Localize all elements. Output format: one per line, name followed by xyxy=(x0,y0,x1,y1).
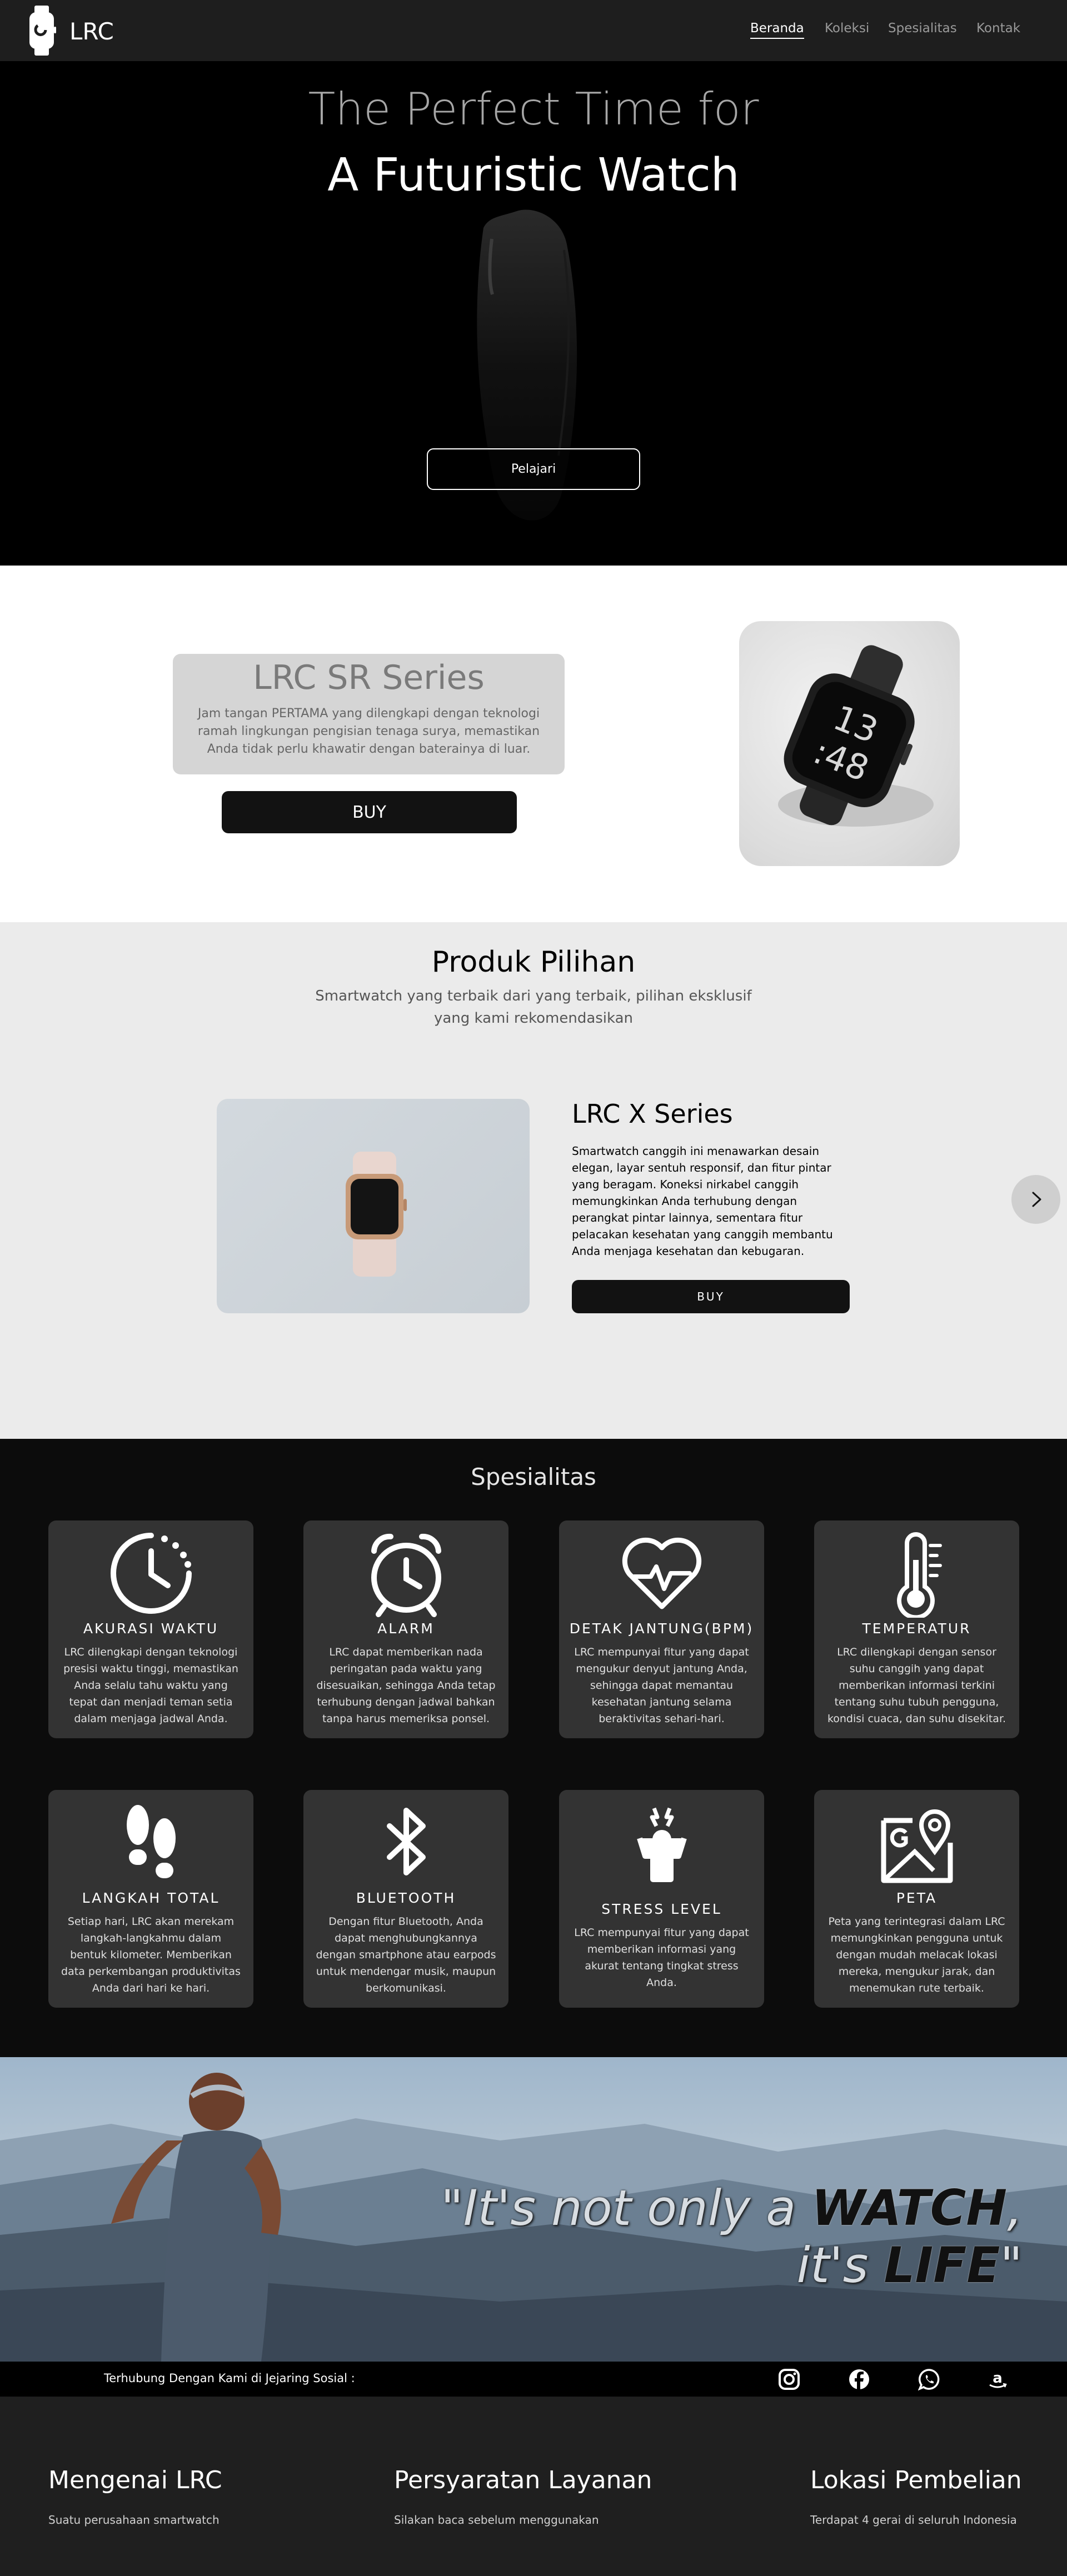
carousel-next-button[interactable] xyxy=(1011,1175,1060,1224)
thermometer-icon xyxy=(814,1527,1019,1619)
lrc-x-series-image xyxy=(217,1099,530,1313)
feature-card-stress-level: STRESS LEVEL LRC mempunyai fitur yang da… xyxy=(559,1790,764,2008)
produk-pilihan-title: Produk Pilihan xyxy=(431,946,636,979)
facebook-icon[interactable] xyxy=(848,2368,870,2390)
feature-title: LANGKAH TOTAL xyxy=(82,1890,220,1906)
sr-series-card: LRC SR Series Jam tangan PERTAMA yang di… xyxy=(173,654,565,774)
hero-section: The Perfect Time for A Futuristic Watch … xyxy=(0,61,1067,566)
heart-pulse-icon xyxy=(559,1527,764,1619)
footer-about-title[interactable]: Mengenai LRC xyxy=(48,2466,222,2494)
feature-title: DETAK JANTUNG(BPM) xyxy=(569,1620,754,1637)
sr-buy-button[interactable]: BUY xyxy=(222,791,517,833)
feature-description: LRC dapat memberikan nada peringatan pad… xyxy=(316,1646,496,1725)
nav-link-koleksi[interactable]: Koleksi xyxy=(825,21,869,36)
footprints-icon xyxy=(48,1797,253,1888)
sr-series-title: LRC SR Series xyxy=(253,658,485,697)
stress-person-icon xyxy=(559,1797,764,1888)
chevron-right-icon xyxy=(1032,1192,1041,1207)
quote-life: LIFE xyxy=(884,2237,1000,2294)
lifestyle-banner: "It's not only a WATCH, it's LIFE" xyxy=(0,2057,1067,2362)
feature-card-temperatur: TEMPERATUR LRC dilengkapi dengan sensor … xyxy=(814,1520,1019,1738)
quote-watch: WATCH xyxy=(811,2179,1008,2237)
footer-terms-title[interactable]: Persyaratan Layanan xyxy=(394,2466,652,2494)
footer-location-text: Terdapat 4 gerai di seluruh Indonesia xyxy=(810,2513,1017,2527)
feature-card-akurasi-waktu: AKURASI WAKTU LRC dilengkapi dengan tekn… xyxy=(48,1520,253,1738)
nav-link-spesialitas[interactable]: Spesialitas xyxy=(888,21,957,36)
footer-location-title[interactable]: Lokasi Pembelian xyxy=(810,2466,1022,2494)
product-name: LRC X Series xyxy=(572,1099,733,1129)
feature-card-alarm: ALARM LRC dapat memberikan nada peringat… xyxy=(303,1520,508,1738)
footer: Mengenai LRC Suatu perusahaan smartwatch… xyxy=(0,2397,1067,2576)
pelajari-button[interactable]: Pelajari xyxy=(427,448,640,490)
feature-description: Setiap hari, LRC akan merekam langkah-la… xyxy=(61,1915,241,1994)
feature-description: LRC mempunyai fitur yang dapat memberika… xyxy=(574,1927,749,1989)
quote-part-close: " xyxy=(1000,2237,1023,2294)
svg-text:a: a xyxy=(993,2370,1003,2387)
footer-about-text: Suatu perusahaan smartwatch xyxy=(48,2513,220,2527)
feature-description: LRC dilengkapi dengan teknologi presisi … xyxy=(63,1646,238,1725)
spesialitas-title: Spesialitas xyxy=(471,1463,596,1490)
feature-title: TEMPERATUR xyxy=(862,1620,971,1637)
hero-headline-line2: A Futuristic Watch xyxy=(327,149,740,202)
produk-pilihan-subtitle: Smartwatch yang terbaik dari yang terbai… xyxy=(315,988,752,1027)
feature-card-peta: PETA Peta yang terintegrasi dalam LRC me… xyxy=(814,1790,1019,2008)
feature-title: PETA xyxy=(896,1890,938,1906)
feature-title: ALARM xyxy=(377,1620,435,1637)
nav-link-beranda[interactable]: Beranda xyxy=(750,21,804,39)
produk-pilihan-section: Produk Pilihan Smartwatch yang terbaik d… xyxy=(0,922,1067,1439)
top-navbar: LRC Beranda Koleksi Spesialitas Kontak xyxy=(0,0,1067,61)
feature-description: LRC dilengkapi dengan sensor suhu canggi… xyxy=(827,1646,1006,1725)
feature-title: STRESS LEVEL xyxy=(601,1901,722,1917)
sr-series-section: LRC SR Series Jam tangan PERTAMA yang di… xyxy=(0,566,1067,922)
product-buy-button[interactable]: BUY xyxy=(572,1280,850,1313)
footer-terms-text: Silakan baca sebelum menggunakan xyxy=(394,2513,599,2527)
hero-headline-line1: The Perfect Time for xyxy=(308,83,759,135)
feature-description: Dengan fitur Bluetooth, Anda dapat mengh… xyxy=(316,1915,496,1994)
social-bar: Terhubung Dengan Kami di Jejaring Sosial… xyxy=(0,2362,1067,2397)
quote-part-open: "It's not only a xyxy=(441,2179,812,2237)
sr-series-watch-image: 13 :48 xyxy=(739,621,960,866)
whatsapp-icon[interactable] xyxy=(918,2368,940,2390)
feature-title: BLUETOOTH xyxy=(356,1890,456,1906)
nav-link-kontak[interactable]: Kontak xyxy=(976,21,1020,36)
spesialitas-section: Spesialitas AKURASI WAKTU LRC dilengkapi… xyxy=(0,1439,1067,2057)
clock-history-icon xyxy=(48,1527,253,1619)
feature-card-detak-jantung: DETAK JANTUNG(BPM) LRC mempunyai fitur y… xyxy=(559,1520,764,1738)
feature-description: Peta yang terintegrasi dalam LRC memungk… xyxy=(828,1915,1005,1994)
bluetooth-icon xyxy=(303,1797,508,1888)
map-pin-icon xyxy=(814,1797,1019,1888)
feature-description: LRC mempunyai fitur yang dapat mengukur … xyxy=(574,1646,749,1725)
watch-logo-icon[interactable] xyxy=(27,6,57,56)
feature-title: AKURASI WAKTU xyxy=(83,1620,219,1637)
feature-card-langkah-total: LANGKAH TOTAL Setiap hari, LRC akan mere… xyxy=(48,1790,253,2008)
feature-card-bluetooth: BLUETOOTH Dengan fitur Bluetooth, Anda d… xyxy=(303,1790,508,2008)
product-description: Smartwatch canggih ini menawarkan desain… xyxy=(572,1144,833,1258)
life-quote: "It's not only a WATCH, it's LIFE" xyxy=(378,2179,1023,2294)
social-label: Terhubung Dengan Kami di Jejaring Sosial… xyxy=(104,2372,355,2385)
sr-series-description: Jam tangan PERTAMA yang dilengkapi denga… xyxy=(197,707,540,756)
amazon-icon[interactable]: a xyxy=(986,2368,1009,2390)
alarm-clock-icon xyxy=(303,1527,508,1619)
instagram-icon[interactable] xyxy=(778,2368,800,2390)
brand-name[interactable]: LRC xyxy=(69,18,114,45)
